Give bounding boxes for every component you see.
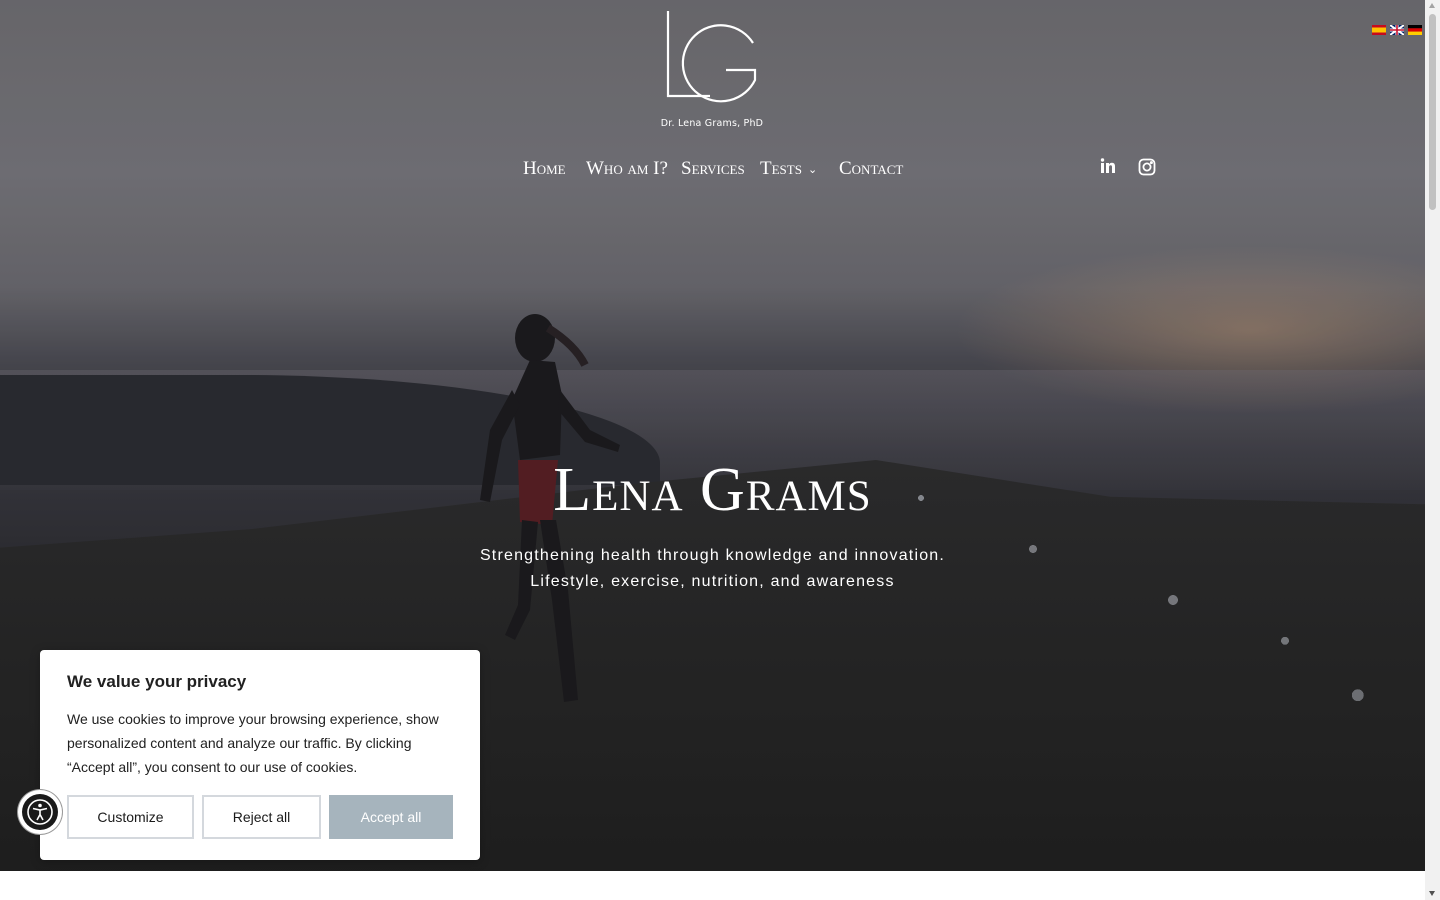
nav-tests[interactable]: Tests ⌄ — [760, 158, 817, 180]
logo-mark — [666, 11, 757, 103]
cookie-title: We value your privacy — [67, 672, 247, 691]
page-scrollbar[interactable] — [1425, 0, 1440, 900]
customize-button[interactable]: Customize — [67, 795, 194, 839]
linkedin-icon[interactable] — [1100, 158, 1116, 179]
scroll-down-icon[interactable] — [1429, 891, 1435, 896]
scroll-up-icon[interactable] — [1429, 3, 1435, 8]
cookie-text: We use cookies to improve your browsing … — [67, 711, 439, 775]
logo-caption: Dr. Lena Grams, PhD — [660, 118, 764, 129]
flag-german-icon[interactable] — [1408, 25, 1422, 35]
nav-home[interactable]: Home — [523, 158, 566, 180]
scroll-thumb[interactable] — [1429, 14, 1436, 210]
flag-english-icon[interactable] — [1390, 25, 1404, 35]
site-logo[interactable]: Dr. Lena Grams, PhD — [660, 8, 764, 133]
reject-all-button[interactable]: Reject all — [202, 795, 321, 839]
hero-title: Lena Grams — [553, 456, 872, 524]
main-nav: Home Who am I? Services Tests ⌄ Contact — [0, 158, 1425, 184]
nav-who-am-i[interactable]: Who am I? — [586, 158, 668, 180]
accessibility-button[interactable] — [18, 790, 62, 834]
nav-contact[interactable]: Contact — [839, 158, 903, 180]
chevron-down-icon: ⌄ — [807, 163, 818, 177]
nav-services[interactable]: Services — [681, 158, 745, 180]
instagram-icon[interactable] — [1138, 158, 1156, 181]
nav-tests-label: Tests — [760, 158, 802, 179]
accessibility-icon — [22, 794, 58, 830]
hero-subtitle-line2: Lifestyle, exercise, nutrition, and awar… — [530, 573, 895, 590]
accept-all-button[interactable]: Accept all — [329, 795, 453, 839]
flag-spanish-icon[interactable] — [1372, 25, 1386, 35]
cookie-banner: We value your privacy We use cookies to … — [40, 650, 480, 860]
hero-subtitle-line1: Strengthening health through knowledge a… — [479, 547, 946, 564]
